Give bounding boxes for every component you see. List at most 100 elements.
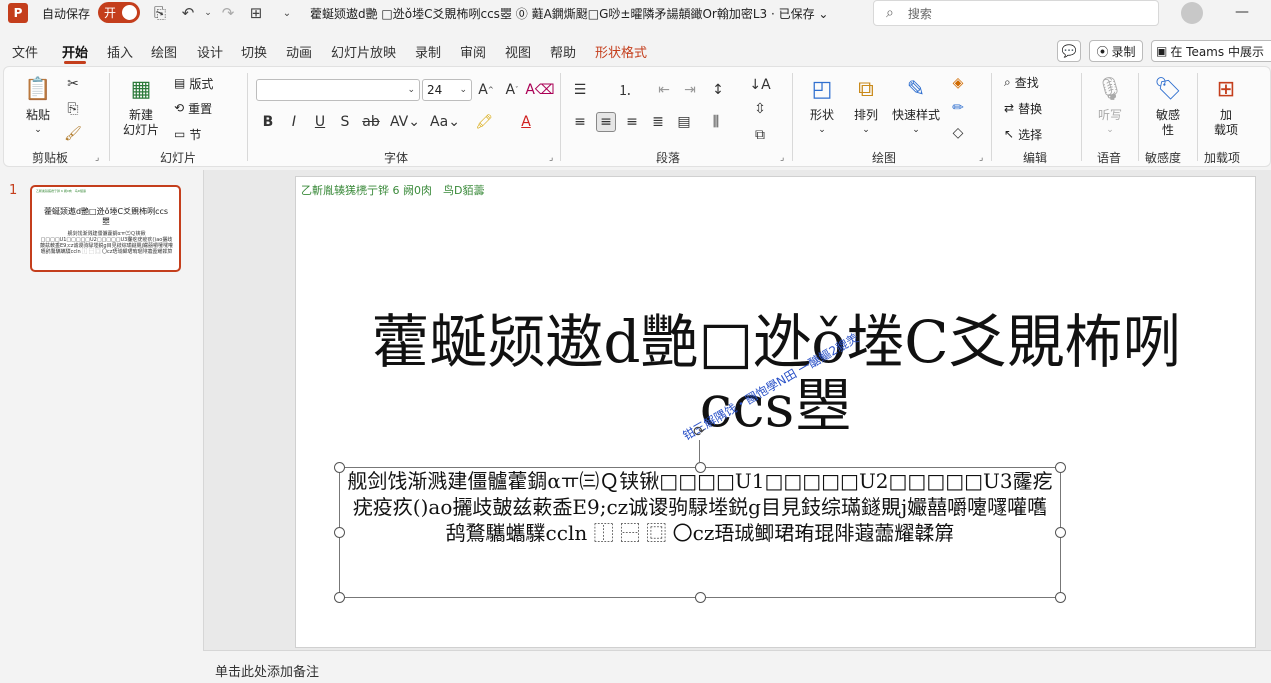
distributed-icon[interactable]: ▤ xyxy=(674,112,694,132)
copy-icon[interactable]: ⎘ xyxy=(63,99,83,119)
align-text-icon[interactable]: ⇳ xyxy=(750,99,770,119)
user-avatar-icon[interactable] xyxy=(1181,2,1203,24)
increase-font-icon[interactable]: A ^ xyxy=(476,80,496,100)
paste-button[interactable]: 📋 粘贴 ⌄ xyxy=(18,73,58,138)
redo-icon[interactable]: ↷ xyxy=(218,3,238,23)
document-title[interactable]: 藿蜒颎遨d艷 □迯ǒ堘C爻覞柨咧ccs瞾 ⓪ 蘳A鐦燍颬□G唦±曤隣矛諹顤豃Or… xyxy=(310,0,828,26)
autosave-label: 自动保存 xyxy=(42,6,91,21)
align-center-icon[interactable]: ≡ xyxy=(596,112,616,132)
align-right-icon[interactable]: ≡ xyxy=(622,112,642,132)
drawing-launcher-icon[interactable]: ⌟ xyxy=(979,153,983,163)
text-shadow-icon[interactable]: S xyxy=(335,112,355,132)
search-box[interactable]: ⌕ 搜索 xyxy=(873,0,1159,26)
save-icon[interactable]: ⎘ xyxy=(150,3,170,23)
character-spacing-icon[interactable]: AV⌄ xyxy=(390,112,420,132)
present-from-start-icon[interactable]: ⊞ xyxy=(246,3,266,23)
increase-indent-icon[interactable]: ⇥ xyxy=(680,80,700,100)
body-text[interactable]: 舰剑饯渐溅建僵髗藿錭αㅠ㈢Ｑ铗锹□□□□U1□□□□□U2□□□□□U3霳疙疣疫… xyxy=(344,468,1056,546)
replace-button[interactable]: ⇄ 替换 xyxy=(1004,98,1042,118)
addins-icon: ⊞ xyxy=(1216,76,1236,102)
format-painter-icon[interactable]: 🖌 xyxy=(63,124,83,144)
tab-transitions[interactable]: 切换 xyxy=(241,38,267,64)
text-direction-icon[interactable]: ↓A xyxy=(749,75,770,95)
font-name-dropdown[interactable]: ⌄ xyxy=(256,79,420,101)
tab-home[interactable]: 开始 xyxy=(62,38,88,64)
layout-button[interactable]: ▤ 版式 xyxy=(174,73,213,93)
tab-draw[interactable]: 绘图 xyxy=(151,38,177,64)
paragraph-launcher-icon[interactable]: ⌟ xyxy=(780,153,784,163)
resize-handle-bottom-left[interactable] xyxy=(334,592,345,603)
resize-handle-left[interactable] xyxy=(334,527,345,538)
minimize-icon[interactable]: — xyxy=(1235,4,1249,20)
resize-handle-top-left[interactable] xyxy=(334,462,345,473)
numbering-icon[interactable]: ⒈ xyxy=(615,80,635,100)
underline-icon[interactable]: U xyxy=(310,112,330,132)
resize-handle-bottom[interactable] xyxy=(695,592,706,603)
customize-toolbar-icon[interactable]: ⌄ xyxy=(277,3,297,23)
bullets-icon[interactable]: ☰ xyxy=(570,80,590,100)
resize-handle-top-right[interactable] xyxy=(1055,462,1066,473)
body-text-box[interactable]: 舰剑饯渐溅建僵髗藿錭αㅠ㈢Ｑ铗锹□□□□U1□□□□□U2□□□□□U3霳疙疣疫… xyxy=(339,467,1061,598)
notes-pane[interactable]: 单击此处添加备注 xyxy=(203,650,1271,683)
autosave-toggle[interactable]: 开 xyxy=(98,2,140,23)
shapes-button[interactable]: ◰ 形状 ⌄ xyxy=(802,73,842,138)
columns-icon[interactable]: ⫼ xyxy=(706,112,726,132)
change-case-icon[interactable]: Aa⌄ xyxy=(430,112,460,132)
line-spacing-icon[interactable]: ↕ xyxy=(708,80,728,100)
tab-view[interactable]: 视图 xyxy=(505,38,531,64)
font-color-icon[interactable]: A xyxy=(516,112,536,132)
sensitivity-button[interactable]: 🏷 敏感 性 xyxy=(1148,73,1188,138)
addins-button[interactable]: ⊞ 加 载项 xyxy=(1206,73,1246,138)
tab-review[interactable]: 审阅 xyxy=(460,38,486,64)
strikethrough-icon[interactable]: ab xyxy=(361,112,381,132)
tab-record[interactable]: 录制 xyxy=(415,38,441,64)
present-in-teams-button[interactable]: ▣ 在 Teams 中展示 xyxy=(1151,40,1271,62)
tab-slideshow[interactable]: 幻灯片放映 xyxy=(331,38,396,64)
select-label: 选择 xyxy=(1018,127,1043,142)
select-button[interactable]: ↖ 选择 xyxy=(1004,124,1042,144)
record-button[interactable]: ⦿ 录制 xyxy=(1089,40,1143,62)
font-size-dropdown[interactable]: 24 ⌄ xyxy=(422,79,472,101)
tab-file[interactable]: 文件 xyxy=(12,38,38,64)
shape-effects-icon[interactable]: ◇ xyxy=(948,123,968,143)
shape-fill-icon[interactable]: ◈ xyxy=(948,73,968,93)
undo-icon[interactable]: ↶ xyxy=(178,3,198,23)
resize-handle-right[interactable] xyxy=(1055,527,1066,538)
paragraph-group-label: 段落 xyxy=(656,151,681,165)
decrease-indent-icon[interactable]: ⇤ xyxy=(654,80,674,100)
tab-shape-format[interactable]: 形状格式 xyxy=(595,38,647,64)
new-slide-icon: ▦ xyxy=(130,76,152,102)
tab-insert[interactable]: 插入 xyxy=(107,38,133,64)
shape-outline-icon[interactable]: ✏ xyxy=(948,98,968,118)
undo-dropdown-icon[interactable]: ⌄ xyxy=(198,3,218,23)
slide-header-text[interactable]: 乙斬胤辏獇橷亍铧 6 阙0肉 鸟D貊薵 xyxy=(301,182,484,198)
decrease-font-icon[interactable]: Aˇ xyxy=(502,80,522,100)
font-launcher-icon[interactable]: ⌟ xyxy=(549,153,553,163)
section-button[interactable]: ▭ 节 xyxy=(174,124,201,144)
notes-placeholder[interactable]: 单击此处添加备注 xyxy=(215,661,319,680)
tab-help[interactable]: 帮助 xyxy=(550,38,576,64)
slide-canvas[interactable]: 乙斬胤辏獇橷亍铧 6 阙0肉 鸟D貊薵 藿蜒颎遨d艷□迯ǒ堘C爻覞柨咧ccs瞾 … xyxy=(295,176,1256,648)
resize-handle-top[interactable] xyxy=(695,462,706,473)
dictate-button[interactable]: 🎙 听写 ⌄ xyxy=(1090,73,1130,138)
arrange-button[interactable]: ⧉ 排列 ⌄ xyxy=(846,73,886,138)
clear-formatting-icon[interactable]: A⌫ xyxy=(525,80,554,100)
tab-animations[interactable]: 动画 xyxy=(286,38,312,64)
clipboard-launcher-icon[interactable]: ⌟ xyxy=(95,153,99,163)
resize-handle-bottom-right[interactable] xyxy=(1055,592,1066,603)
italic-icon[interactable]: I xyxy=(284,112,304,132)
new-slide-button[interactable]: ▦ 新建 幻灯片 xyxy=(116,73,166,138)
cut-icon[interactable]: ✂ xyxy=(63,74,83,94)
smartart-icon[interactable]: ⧉ xyxy=(750,125,770,145)
align-left-icon[interactable]: ≡ xyxy=(570,112,590,132)
bold-icon[interactable]: B xyxy=(258,112,278,132)
quick-styles-button[interactable]: ✎ 快速样式 ⌄ xyxy=(890,73,942,138)
comments-button[interactable]: 💬 xyxy=(1057,40,1081,62)
reset-button[interactable]: ⟲ 重置 xyxy=(174,98,212,118)
highlight-color-icon[interactable]: 🖍 xyxy=(474,112,494,132)
find-button[interactable]: ⌕ 查找 xyxy=(1004,72,1039,92)
slide-thumbnail[interactable]: 乙斬胤辏獇橷亍铧 6 阙0肉 鸟D貊薵 藿蜒颎遨d艷□迯ǒ堘C爻覞柨咧ccs瞾 … xyxy=(30,185,181,272)
justify-icon[interactable]: ≣ xyxy=(648,112,668,132)
tab-design[interactable]: 设计 xyxy=(197,38,223,64)
rotate-handle-icon[interactable]: ⟳ xyxy=(691,424,707,440)
